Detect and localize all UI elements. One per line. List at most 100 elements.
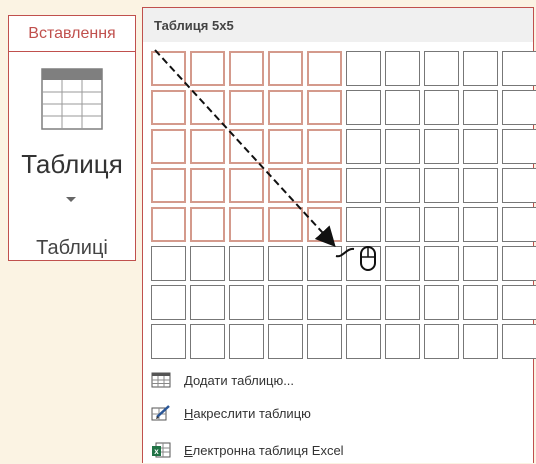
grid-cell[interactable] [268, 51, 303, 86]
grid-cell[interactable] [424, 90, 459, 125]
grid-cell[interactable] [229, 51, 264, 86]
table-icon[interactable] [41, 68, 103, 130]
grid-cell[interactable] [424, 51, 459, 86]
grid-cell[interactable] [346, 324, 381, 359]
grid-cell[interactable] [307, 129, 342, 164]
grid-cell[interactable] [502, 324, 536, 359]
panel-header: Таблиця 5x5 [143, 8, 533, 42]
grid-cell[interactable] [385, 168, 420, 203]
grid-cell[interactable] [268, 90, 303, 125]
menu-label: Електронна таблиця Excel [184, 442, 344, 458]
grid-cell[interactable] [346, 51, 381, 86]
grid-cell[interactable] [190, 246, 225, 281]
svg-text:x: x [154, 447, 159, 456]
grid-cell[interactable] [190, 129, 225, 164]
panel-title: Таблиця 5x5 [154, 18, 234, 33]
grid-cell[interactable] [307, 285, 342, 320]
grid-cell[interactable] [268, 246, 303, 281]
menu-label: Накреслити таблицю [184, 405, 311, 421]
grid-cell[interactable] [463, 246, 498, 281]
grid-cell[interactable] [346, 285, 381, 320]
grid-cell[interactable] [190, 324, 225, 359]
grid-cell[interactable] [502, 129, 536, 164]
grid-cell[interactable] [268, 207, 303, 242]
grid-cell[interactable] [268, 324, 303, 359]
grid-cell[interactable] [346, 207, 381, 242]
grid-cell[interactable] [190, 207, 225, 242]
grid-cell[interactable] [502, 168, 536, 203]
grid-cell[interactable] [463, 90, 498, 125]
grid-cell[interactable] [385, 324, 420, 359]
grid-cell[interactable] [424, 246, 459, 281]
grid-cell[interactable] [463, 285, 498, 320]
grid-cell[interactable] [229, 90, 264, 125]
tab-insert[interactable]: Вставлення [9, 16, 135, 52]
grid-cell[interactable] [268, 285, 303, 320]
grid-cell[interactable] [151, 90, 186, 125]
grid-cell[interactable] [229, 246, 264, 281]
grid-cell[interactable] [385, 90, 420, 125]
grid-cell[interactable] [385, 207, 420, 242]
grid-cell[interactable] [151, 51, 186, 86]
grid-cell[interactable] [307, 51, 342, 86]
table-size-grid[interactable] [149, 49, 536, 361]
menu-label: Додати таблицю... [184, 372, 295, 388]
grid-cell[interactable] [502, 51, 536, 86]
grid-cell[interactable] [385, 285, 420, 320]
grid-cell[interactable] [346, 246, 381, 281]
group-label: Таблиці [36, 237, 108, 259]
grid-cell[interactable] [385, 246, 420, 281]
grid-cell[interactable] [424, 324, 459, 359]
table-button[interactable]: Таблиця [9, 149, 135, 180]
grid-cell[interactable] [151, 168, 186, 203]
grid-cell[interactable] [307, 90, 342, 125]
grid-cell[interactable] [307, 207, 342, 242]
grid-cell[interactable] [502, 207, 536, 242]
grid-cell[interactable] [424, 129, 459, 164]
grid-cell[interactable] [229, 324, 264, 359]
grid-cell[interactable] [151, 207, 186, 242]
ribbon-tables-group: Вставлення Таблиця Таблиці [8, 15, 136, 261]
grid-cell[interactable] [229, 129, 264, 164]
grid-cell[interactable] [463, 207, 498, 242]
grid-cell[interactable] [229, 285, 264, 320]
grid-cell[interactable] [229, 207, 264, 242]
grid-cell[interactable] [307, 324, 342, 359]
grid-cell[interactable] [463, 51, 498, 86]
grid-cell[interactable] [190, 285, 225, 320]
menu-excel-spreadsheet[interactable]: x Електронна таблиця Excel [151, 437, 511, 463]
grid-cell[interactable] [307, 246, 342, 281]
grid-cell[interactable] [151, 246, 186, 281]
grid-cell[interactable] [268, 129, 303, 164]
menu-insert-table[interactable]: Додати таблицю... [151, 367, 511, 393]
grid-cell[interactable] [190, 90, 225, 125]
grid-cell[interactable] [502, 246, 536, 281]
grid-cell[interactable] [424, 285, 459, 320]
grid-cell[interactable] [385, 51, 420, 86]
menu-draw-table[interactable]: Накреслити таблицю [151, 400, 511, 426]
grid-cell[interactable] [268, 168, 303, 203]
grid-cell[interactable] [424, 207, 459, 242]
grid-cell[interactable] [190, 168, 225, 203]
grid-cell[interactable] [151, 285, 186, 320]
grid-cell[interactable] [463, 324, 498, 359]
grid-cell[interactable] [502, 90, 536, 125]
grid-cell[interactable] [229, 168, 264, 203]
grid-cell[interactable] [346, 168, 381, 203]
draw-table-icon [151, 405, 171, 421]
dropdown-arrow-icon[interactable] [66, 197, 76, 202]
grid-cell[interactable] [346, 129, 381, 164]
excel-spreadsheet-icon: x [151, 442, 171, 458]
insert-table-icon [151, 372, 171, 388]
grid-cell[interactable] [307, 168, 342, 203]
grid-cell[interactable] [151, 324, 186, 359]
insert-table-dropdown: Таблиця 5x5 Додати таблицю... Накреслити… [142, 7, 536, 463]
grid-cell[interactable] [151, 129, 186, 164]
grid-cell[interactable] [190, 51, 225, 86]
grid-cell[interactable] [346, 90, 381, 125]
grid-cell[interactable] [463, 168, 498, 203]
grid-cell[interactable] [463, 129, 498, 164]
grid-cell[interactable] [424, 168, 459, 203]
grid-cell[interactable] [502, 285, 536, 320]
grid-cell[interactable] [385, 129, 420, 164]
